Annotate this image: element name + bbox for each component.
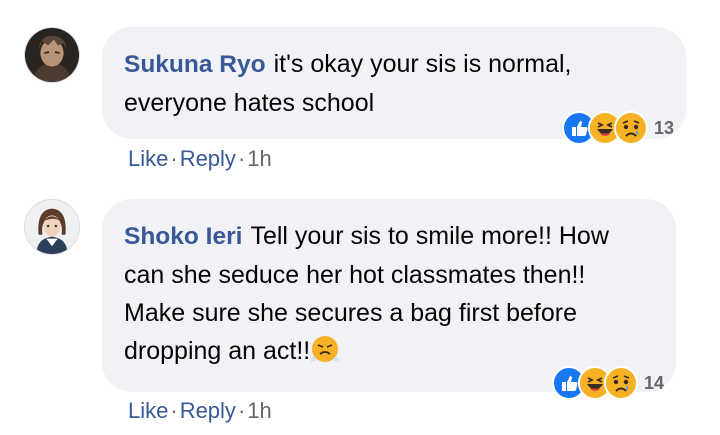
author-name[interactable]: Shoko Ieri [124,223,242,250]
separator: · [170,398,178,423]
comment-bubble: Sukuna Ryo it's okay your sis is normal, … [102,27,686,145]
comment-text: Shoko Ieri Tell your sis to smile more!! … [124,217,652,370]
author-name[interactable]: Sukuna Ryo [124,51,266,78]
sad-icon [603,366,638,400]
triumph-emoji-icon [311,336,340,362]
reply-link[interactable]: Reply [180,398,236,423]
avatar[interactable] [24,27,80,83]
comment-actions: Like·Reply·1h [128,398,272,424]
comment-bubble: Shoko Ieri Tell your sis to smile more!! … [102,199,676,400]
separator: · [170,146,178,171]
comment-actions: Like·Reply·1h [128,146,272,172]
reactions-summary[interactable]: 13 [561,111,674,145]
sad-icon [613,111,648,145]
like-link[interactable]: Like [128,146,168,171]
like-link[interactable]: Like [128,398,168,423]
timestamp[interactable]: 1h [247,398,271,423]
separator: · [237,146,246,171]
reactions-summary[interactable]: 14 [551,366,664,400]
reply-link[interactable]: Reply [180,146,236,171]
reaction-count[interactable]: 14 [644,373,664,394]
avatar[interactable] [24,199,80,255]
separator: · [237,398,246,423]
reaction-count[interactable]: 13 [654,118,674,139]
timestamp[interactable]: 1h [247,146,271,171]
